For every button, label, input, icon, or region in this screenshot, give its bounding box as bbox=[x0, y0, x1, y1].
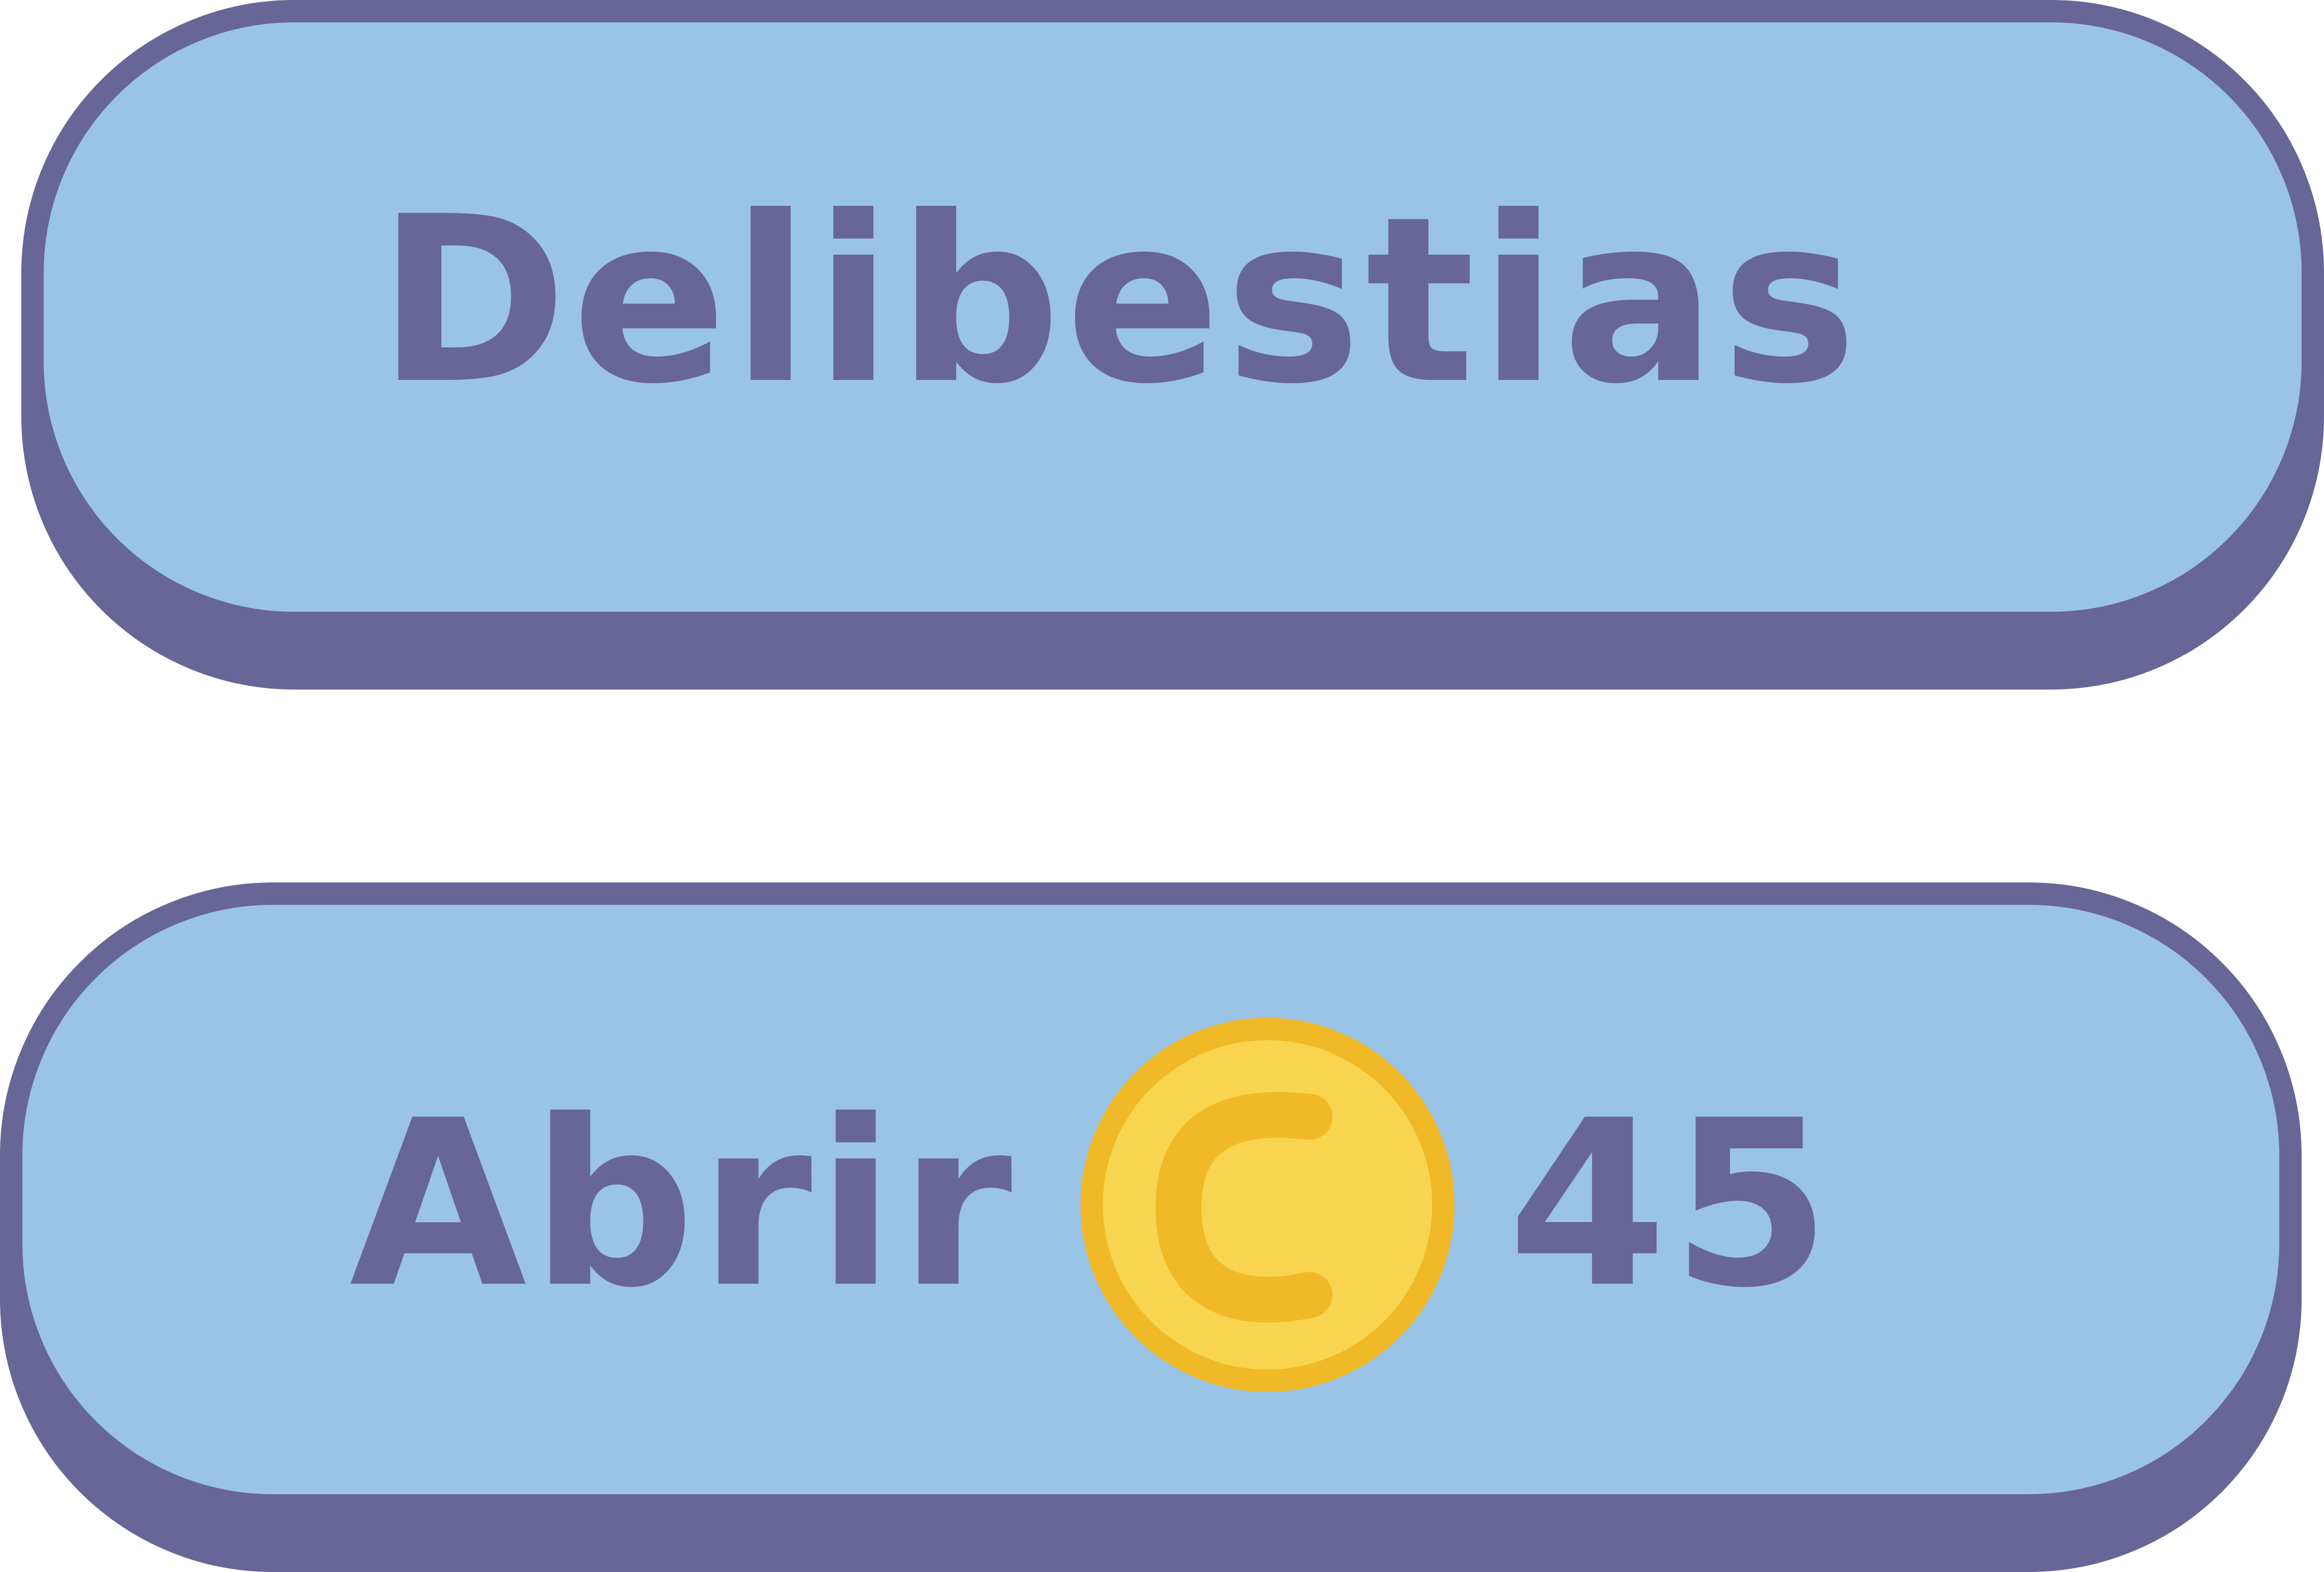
delibestias-label: Delibestias bbox=[377, 168, 1862, 434]
price-label: 45 bbox=[1507, 1072, 1835, 1338]
open-label: Abrir bbox=[349, 1072, 1017, 1338]
open-purchase-content: Abrir 45 bbox=[350, 1018, 1835, 1392]
coin-c-icon bbox=[1080, 1018, 1454, 1392]
open-purchase-button[interactable]: Abrir 45 bbox=[0, 882, 2302, 1517]
delibestias-button[interactable]: Delibestias bbox=[21, 0, 2324, 634]
